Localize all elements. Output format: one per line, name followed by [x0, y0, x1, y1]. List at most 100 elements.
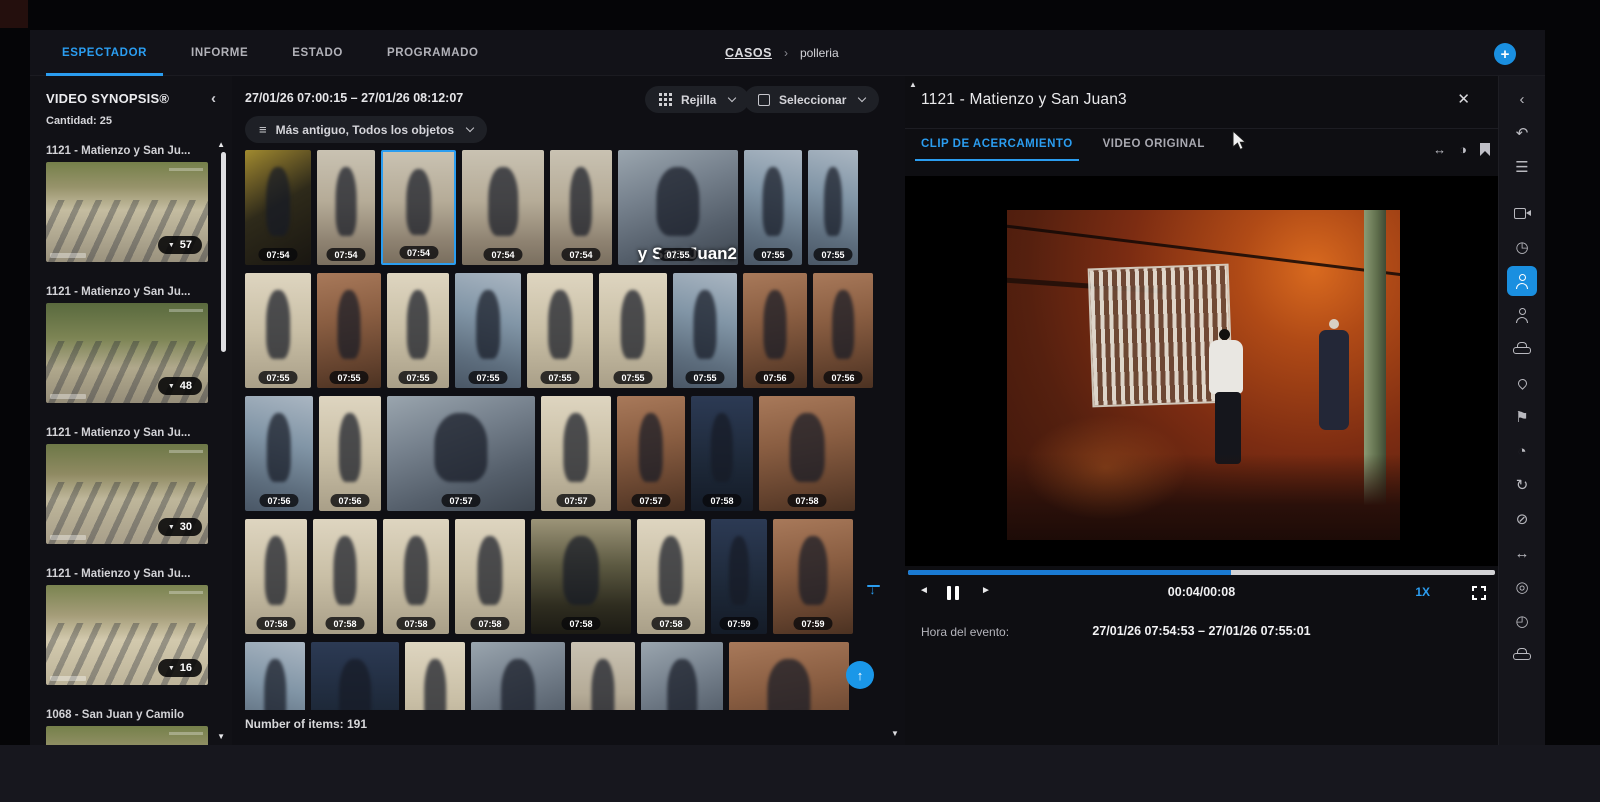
- detection-thumbnail[interactable]: 07:55: [455, 273, 521, 388]
- person-attributes-icon[interactable]: [1507, 300, 1537, 330]
- detection-thumbnail[interactable]: 07:54: [462, 150, 544, 265]
- clip-tab[interactable]: VIDEO ORIGINAL: [1103, 138, 1205, 161]
- detection-thumbnail[interactable]: 07:58: [383, 519, 449, 634]
- camera-thumbnail[interactable]: ▼ 16: [46, 585, 208, 685]
- main-tab[interactable]: PROGRAMADO: [387, 30, 479, 76]
- detection-thumbnail[interactable]: 07:55: [527, 273, 593, 388]
- camera-synopsis-item[interactable]: 1121 - Matienzo y San Ju... ▼ 16: [46, 568, 216, 685]
- detection-thumbnail[interactable]: 07:56: [245, 396, 313, 511]
- detection-thumbnail[interactable]: 07:54: [245, 150, 311, 265]
- detection-thumbnail[interactable]: y San Juan2 07:55: [618, 150, 738, 265]
- step-forward-button[interactable]: ►: [981, 585, 991, 596]
- compare-icon[interactable]: ◑: [1459, 142, 1467, 157]
- clip-tab[interactable]: CLIP DE ACERCAMIENTO: [921, 138, 1073, 161]
- direction-filter-icon[interactable]: ⊘: [1507, 504, 1537, 534]
- detection-thumbnail[interactable]: 07:56: [813, 273, 873, 388]
- detection-thumbnail[interactable]: 07:55: [744, 150, 802, 265]
- event-list-icon[interactable]: ☰: [1507, 152, 1537, 182]
- collapse-sidebar-icon[interactable]: ‹: [211, 90, 216, 107]
- camera-thumbnail[interactable]: ▼ 48: [46, 303, 208, 403]
- video-display-area: [905, 176, 1498, 566]
- truck-filter-icon[interactable]: [1507, 640, 1537, 670]
- detection-thumbnail[interactable]: 07:55: [673, 273, 737, 388]
- video-frame[interactable]: [1007, 210, 1400, 540]
- detection-thumbnail[interactable]: 07:54: [317, 150, 375, 265]
- select-dropdown[interactable]: Seleccionar: [744, 86, 879, 113]
- detection-thumbnail[interactable]: 07:55: [245, 273, 311, 388]
- detections-grid: 07:54 07:54 07:54 07:54: [245, 150, 873, 710]
- fullscreen-icon[interactable]: [1472, 586, 1486, 600]
- speed-filter-icon[interactable]: ◔: [1507, 436, 1537, 466]
- playback-progress-bar[interactable]: [908, 570, 1495, 575]
- undo-icon[interactable]: ↶: [1507, 118, 1537, 148]
- close-icon[interactable]: ✕: [1457, 90, 1470, 108]
- sidebar-scrollbar-thumb[interactable]: [221, 152, 226, 352]
- detection-time: 07:55: [540, 371, 579, 384]
- camera-synopsis-item[interactable]: 1121 - Matienzo y San Ju... ▼ 48: [46, 286, 216, 403]
- detection-thumbnail[interactable]: 07:55: [387, 273, 449, 388]
- camera-synopsis-item[interactable]: 1121 - Matienzo y San Ju... ▼ 30: [46, 427, 216, 544]
- detection-thumbnail[interactable]: 07:55: [808, 150, 858, 265]
- detection-thumbnail[interactable]: 07:58: [455, 519, 525, 634]
- scroll-down-icon[interactable]: ▼: [891, 729, 899, 738]
- scroll-to-top-button[interactable]: ↑: [846, 661, 874, 689]
- detection-thumbnail[interactable]: 07:57: [617, 396, 685, 511]
- detection-thumbnail[interactable]: 07:58: [637, 519, 705, 634]
- board-icon[interactable]: ⚑: [1507, 402, 1537, 432]
- detection-thumbnail[interactable]: [471, 642, 565, 710]
- detection-thumbnail[interactable]: [641, 642, 723, 710]
- main-tab[interactable]: INFORME: [191, 30, 248, 76]
- contrast-filter-icon[interactable]: ◎: [1507, 572, 1537, 602]
- detection-thumbnail[interactable]: [729, 642, 849, 710]
- sort-filter-dropdown[interactable]: ≡ Más antiguo, Todos los objetos: [245, 116, 487, 143]
- main-tab[interactable]: ESPECTADOR: [62, 30, 147, 76]
- time-filter-icon[interactable]: ◷: [1507, 232, 1537, 262]
- detection-thumbnail[interactable]: 07:57: [541, 396, 611, 511]
- scroll-up-icon[interactable]: ▲: [217, 140, 225, 149]
- detection-thumbnail[interactable]: 07:55: [317, 273, 381, 388]
- step-back-button[interactable]: ◄: [919, 585, 929, 596]
- detection-thumbnail[interactable]: 07:54: [550, 150, 612, 265]
- bookmark-icon[interactable]: [1480, 143, 1490, 156]
- scroll-up-icon[interactable]: ▲: [909, 80, 917, 89]
- detection-thumbnail[interactable]: [571, 642, 635, 710]
- person-filter-icon[interactable]: [1507, 266, 1537, 296]
- collapse-panel-icon[interactable]: ‹: [1507, 84, 1537, 114]
- view-mode-dropdown[interactable]: Rejilla: [645, 86, 749, 113]
- detection-thumbnail[interactable]: 07:58: [691, 396, 753, 511]
- pause-button[interactable]: [947, 586, 959, 600]
- detection-thumbnail[interactable]: 07:55: [599, 273, 667, 388]
- breadcrumb-cases-link[interactable]: CASOS: [725, 46, 772, 60]
- detection-thumbnail[interactable]: 07:58: [313, 519, 377, 634]
- detection-thumbnail[interactable]: 07:58: [531, 519, 631, 634]
- vehicle-filter-icon[interactable]: [1507, 334, 1537, 364]
- add-button[interactable]: +: [1494, 43, 1516, 65]
- detection-thumbnail[interactable]: 07:54: [381, 150, 456, 265]
- detection-thumbnail[interactable]: [245, 642, 305, 710]
- camera-thumbnail[interactable]: ▼: [46, 726, 208, 745]
- playback-speed-button[interactable]: 1X: [1415, 585, 1430, 599]
- main-tab[interactable]: ESTADO: [292, 30, 343, 76]
- video-camera-icon[interactable]: [1507, 198, 1537, 228]
- detection-thumbnail[interactable]: 07:58: [759, 396, 855, 511]
- camera-synopsis-item[interactable]: 1068 - San Juan y Camilo ▼: [46, 709, 216, 745]
- detection-thumbnail[interactable]: 07:59: [711, 519, 767, 634]
- sidebar-title: VIDEO SYNOPSIS®: [46, 91, 169, 106]
- scroll-down-icon[interactable]: ▼: [217, 732, 225, 741]
- detection-thumbnail[interactable]: 07:58: [245, 519, 307, 634]
- detection-thumbnail[interactable]: 07:59: [773, 519, 853, 634]
- detection-thumbnail[interactable]: 07:57: [387, 396, 535, 511]
- size-filter-icon[interactable]: ↔: [1507, 538, 1537, 568]
- color-filter-icon[interactable]: [1507, 368, 1537, 398]
- camera-thumbnail[interactable]: ▼ 57: [46, 162, 208, 262]
- camera-synopsis-item[interactable]: 1121 - Matienzo y San Ju... ▼ 57: [46, 145, 216, 262]
- detection-thumbnail[interactable]: [311, 642, 399, 710]
- detection-thumbnail[interactable]: 07:56: [319, 396, 381, 511]
- detection-thumbnail[interactable]: [405, 642, 465, 710]
- person1-head: [1219, 329, 1230, 340]
- duration-filter-icon[interactable]: ↻: [1507, 470, 1537, 500]
- detection-thumbnail[interactable]: 07:56: [743, 273, 807, 388]
- alarm-icon[interactable]: ◴: [1507, 606, 1537, 636]
- camera-thumbnail[interactable]: ▼ 30: [46, 444, 208, 544]
- resize-panel-icon[interactable]: ↔: [1433, 142, 1446, 157]
